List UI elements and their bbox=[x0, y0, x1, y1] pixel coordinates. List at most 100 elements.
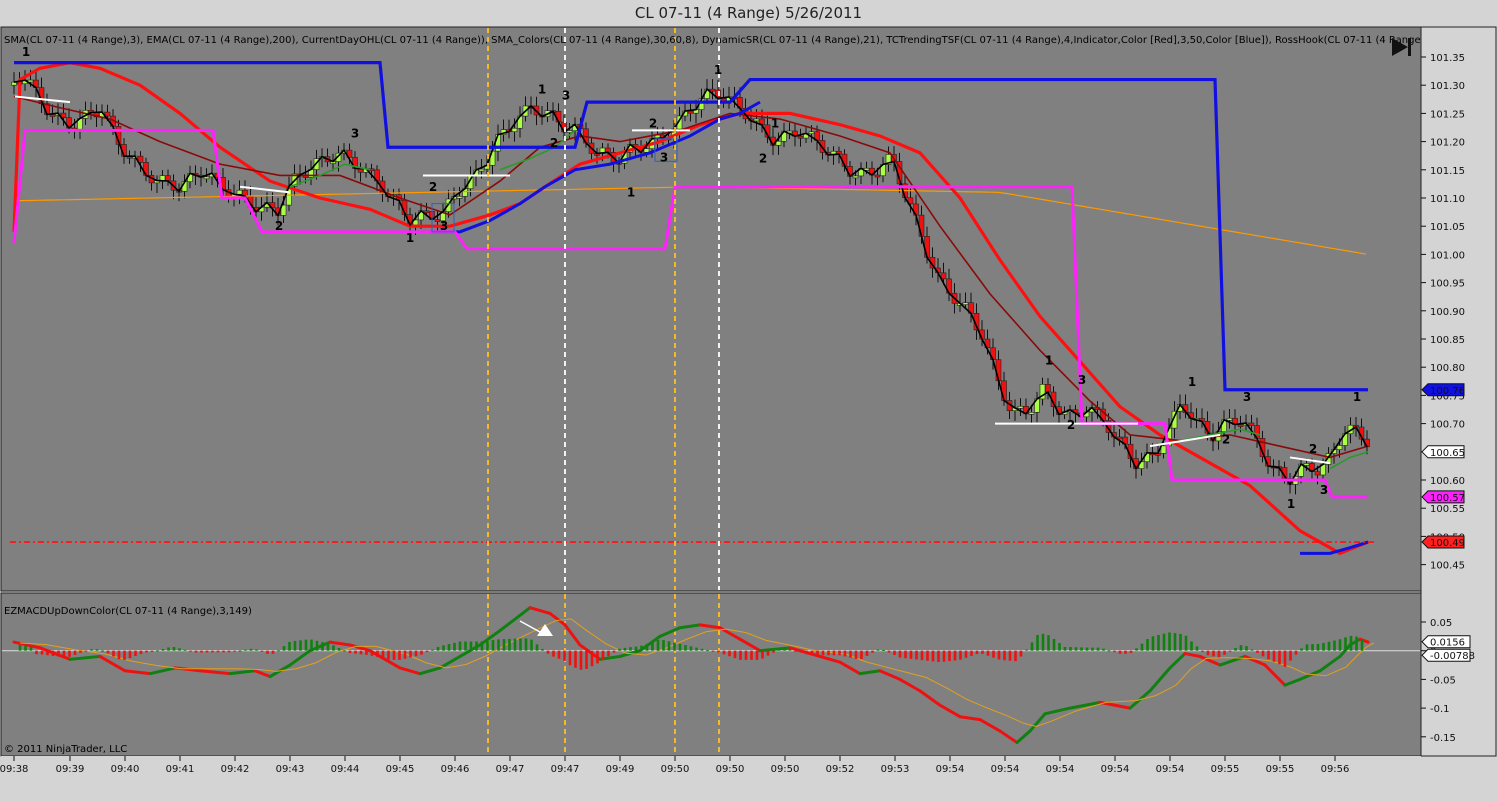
histogram-bar bbox=[216, 650, 220, 653]
histogram-bar bbox=[387, 650, 390, 660]
histogram-bar bbox=[964, 650, 968, 658]
histogram-bar bbox=[662, 640, 665, 651]
histogram-bar bbox=[205, 650, 209, 653]
candle-body bbox=[687, 110, 694, 114]
histogram-bar bbox=[1289, 650, 1292, 661]
price-tag: 100.65 bbox=[1421, 445, 1465, 459]
candle-body bbox=[1237, 424, 1244, 427]
osc-tick-label: -0.05 bbox=[1430, 675, 1456, 686]
histogram-bar bbox=[1107, 650, 1111, 652]
histogram-bar bbox=[893, 650, 896, 656]
histogram-bar bbox=[1173, 633, 1177, 651]
y-tick-label: 101.00 bbox=[1430, 250, 1465, 261]
x-tick-label: 09:52 bbox=[826, 764, 855, 775]
histogram-bar bbox=[365, 650, 368, 655]
candle-body bbox=[852, 175, 859, 179]
histogram-bar bbox=[634, 646, 638, 651]
ross-hook-label: 1 bbox=[1287, 497, 1295, 511]
histogram-bar bbox=[805, 650, 808, 655]
histogram-bar bbox=[926, 650, 929, 661]
histogram-bar bbox=[541, 648, 544, 651]
candle-body bbox=[1303, 463, 1310, 466]
histogram-bar bbox=[348, 650, 352, 653]
histogram-bar bbox=[310, 639, 313, 651]
x-tick-label: 09:55 bbox=[1211, 764, 1240, 775]
histogram-bar bbox=[79, 650, 82, 653]
price-tag-label: 100.76 bbox=[1430, 386, 1465, 397]
histogram-bar bbox=[84, 650, 88, 652]
copyright-label: © 2011 NinjaTrader, LLC bbox=[4, 744, 127, 755]
candle-body bbox=[643, 148, 650, 153]
histogram-bar bbox=[1151, 636, 1155, 651]
histogram-bar bbox=[728, 650, 731, 657]
histogram-bar bbox=[1305, 644, 1309, 651]
candle-body bbox=[236, 189, 243, 195]
histogram-bar bbox=[381, 650, 385, 659]
histogram-bar bbox=[194, 650, 198, 653]
histogram-bar bbox=[959, 650, 962, 660]
histogram-bar bbox=[486, 640, 489, 651]
histogram-bar bbox=[904, 650, 907, 659]
histogram-bar bbox=[1338, 639, 1342, 651]
histogram-bar bbox=[739, 650, 742, 660]
histogram-bar bbox=[722, 650, 726, 655]
histogram-bar bbox=[700, 648, 704, 651]
x-tick-label: 09:45 bbox=[386, 764, 415, 775]
osc-value-tag: -0.00788 bbox=[1421, 648, 1475, 662]
histogram-bar bbox=[442, 645, 445, 651]
price-panel[interactable] bbox=[0, 26, 1422, 592]
histogram-bar bbox=[1052, 638, 1056, 651]
histogram-bar bbox=[563, 650, 566, 661]
histogram-bar bbox=[73, 650, 77, 655]
price-tag-label: 100.49 bbox=[1430, 538, 1465, 549]
candle-body bbox=[775, 140, 782, 146]
histogram-bar bbox=[1300, 648, 1303, 651]
ross-hook-label: 3 bbox=[351, 127, 359, 141]
histogram-bar bbox=[920, 650, 924, 661]
chart-canvas[interactable]: 101.35 101.30 101.25 101.20 101.15 101.10 101.… bbox=[0, 0, 1497, 801]
candle-body bbox=[1160, 445, 1167, 454]
histogram-bar bbox=[315, 640, 319, 651]
histogram-bar bbox=[1168, 632, 1171, 651]
histogram-bar bbox=[574, 650, 577, 668]
histogram-bar bbox=[849, 650, 852, 658]
histogram-bar bbox=[1118, 650, 1122, 654]
histogram-bar bbox=[249, 648, 253, 651]
histogram-bar bbox=[1212, 650, 1215, 657]
histogram-bar bbox=[585, 650, 588, 669]
histogram-bar bbox=[161, 648, 165, 651]
y-tick-label: 100.90 bbox=[1430, 307, 1465, 318]
histogram-bar bbox=[447, 644, 451, 651]
histogram-bar bbox=[997, 650, 1001, 660]
histogram-bar bbox=[359, 650, 363, 655]
price-indicator-label: SMA(CL 07-11 (4 Range),3), EMA(CL 07-11 … bbox=[4, 35, 1421, 46]
y-tick-label: 101.30 bbox=[1430, 81, 1465, 92]
histogram-bar bbox=[827, 650, 830, 656]
histogram-bar bbox=[1355, 636, 1358, 651]
histogram-bar bbox=[623, 647, 627, 651]
histogram-bar bbox=[1162, 633, 1166, 651]
histogram-bar bbox=[1030, 642, 1034, 651]
histogram-bar bbox=[145, 650, 148, 653]
histogram-bar bbox=[1085, 647, 1089, 651]
histogram-bar bbox=[711, 650, 715, 652]
histogram-bar bbox=[915, 650, 918, 660]
histogram-bar bbox=[62, 650, 66, 657]
histogram-bar bbox=[519, 638, 522, 651]
price-tag-label: 100.57 bbox=[1430, 493, 1465, 504]
histogram-bar bbox=[101, 650, 104, 652]
candle-body bbox=[423, 210, 430, 214]
histogram-bar bbox=[1124, 650, 1127, 654]
histogram-bar bbox=[282, 646, 286, 651]
ross-hook-label: 2 bbox=[429, 180, 437, 194]
histogram-bar bbox=[733, 650, 737, 659]
histogram-bar bbox=[1019, 650, 1023, 657]
histogram-bar bbox=[376, 650, 379, 658]
histogram-bar bbox=[860, 650, 863, 660]
oscillator-panel[interactable] bbox=[0, 592, 1422, 757]
histogram-bar bbox=[788, 649, 792, 651]
histogram-bar bbox=[40, 650, 44, 655]
histogram-bar bbox=[629, 647, 632, 651]
ross-hook-label: 2 bbox=[550, 136, 558, 150]
histogram-bar bbox=[838, 650, 841, 656]
